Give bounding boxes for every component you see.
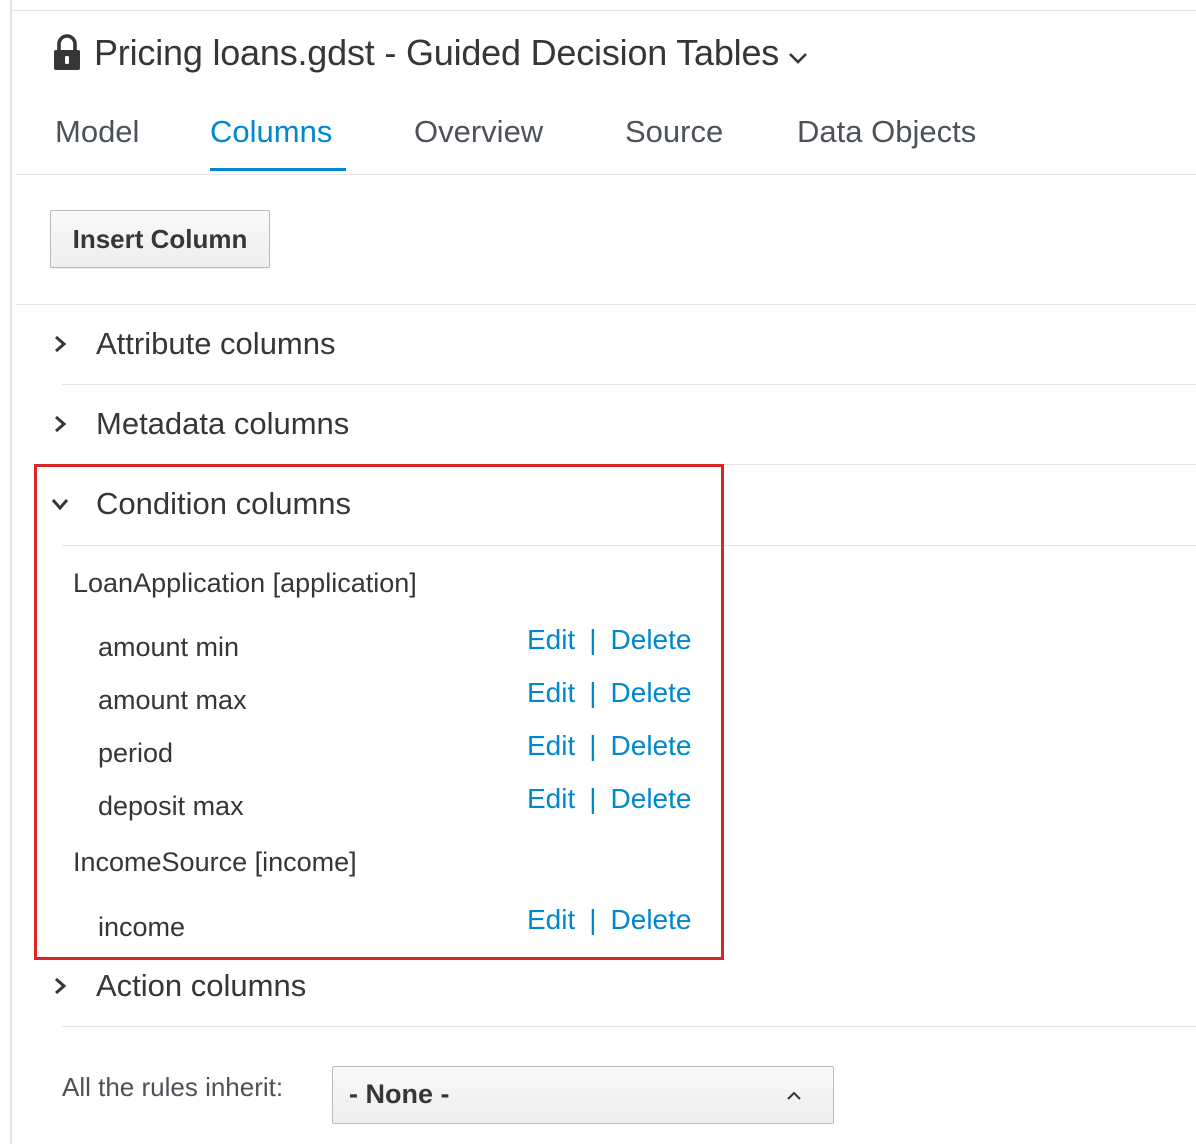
guided-decision-table-editor: Pricing loans.gdst - Guided Decision Tab… [0,0,1196,1144]
section-label: Metadata columns [96,406,350,441]
chevron-right-icon [55,335,67,353]
active-tab-indicator [210,168,346,171]
select-value: - None - [349,1079,450,1109]
chevron-right-icon [55,415,67,433]
section-label: Attribute columns [96,326,336,361]
inherit-select[interactable]: - None - [332,1066,834,1124]
insert-column-button[interactable]: Insert Column [50,210,270,268]
tab-model[interactable]: Model [55,114,139,150]
chevron-up-icon [787,1091,801,1100]
panel-left-border [10,0,12,1144]
tab-columns[interactable]: Columns [210,114,332,150]
lock-icon [54,34,80,70]
section-label: Action columns [96,968,307,1003]
chevron-down-icon[interactable] [787,47,809,69]
panel-top-border [10,10,1196,11]
section-header-attribute-columns[interactable]: Attribute columns [50,314,336,374]
divider [62,384,1196,385]
highlight-frame [34,464,724,960]
tab-data-objects[interactable]: Data Objects [797,114,976,150]
divider [16,304,1196,305]
divider [62,1026,1196,1027]
editor-title-bar[interactable]: Pricing loans.gdst - Guided Decision Tab… [52,28,809,78]
editor-tabs: Model Columns Overview Source Data Objec… [16,96,1196,175]
section-header-metadata-columns[interactable]: Metadata columns [50,394,349,454]
editor-title: Pricing loans.gdst - Guided Decision Tab… [94,32,780,73]
inherit-label: All the rules inherit: [62,1072,284,1102]
tab-overview[interactable]: Overview [414,114,543,150]
chevron-right-icon [55,977,67,995]
tab-source[interactable]: Source [625,114,723,150]
section-header-action-columns[interactable]: Action columns [50,956,306,1016]
